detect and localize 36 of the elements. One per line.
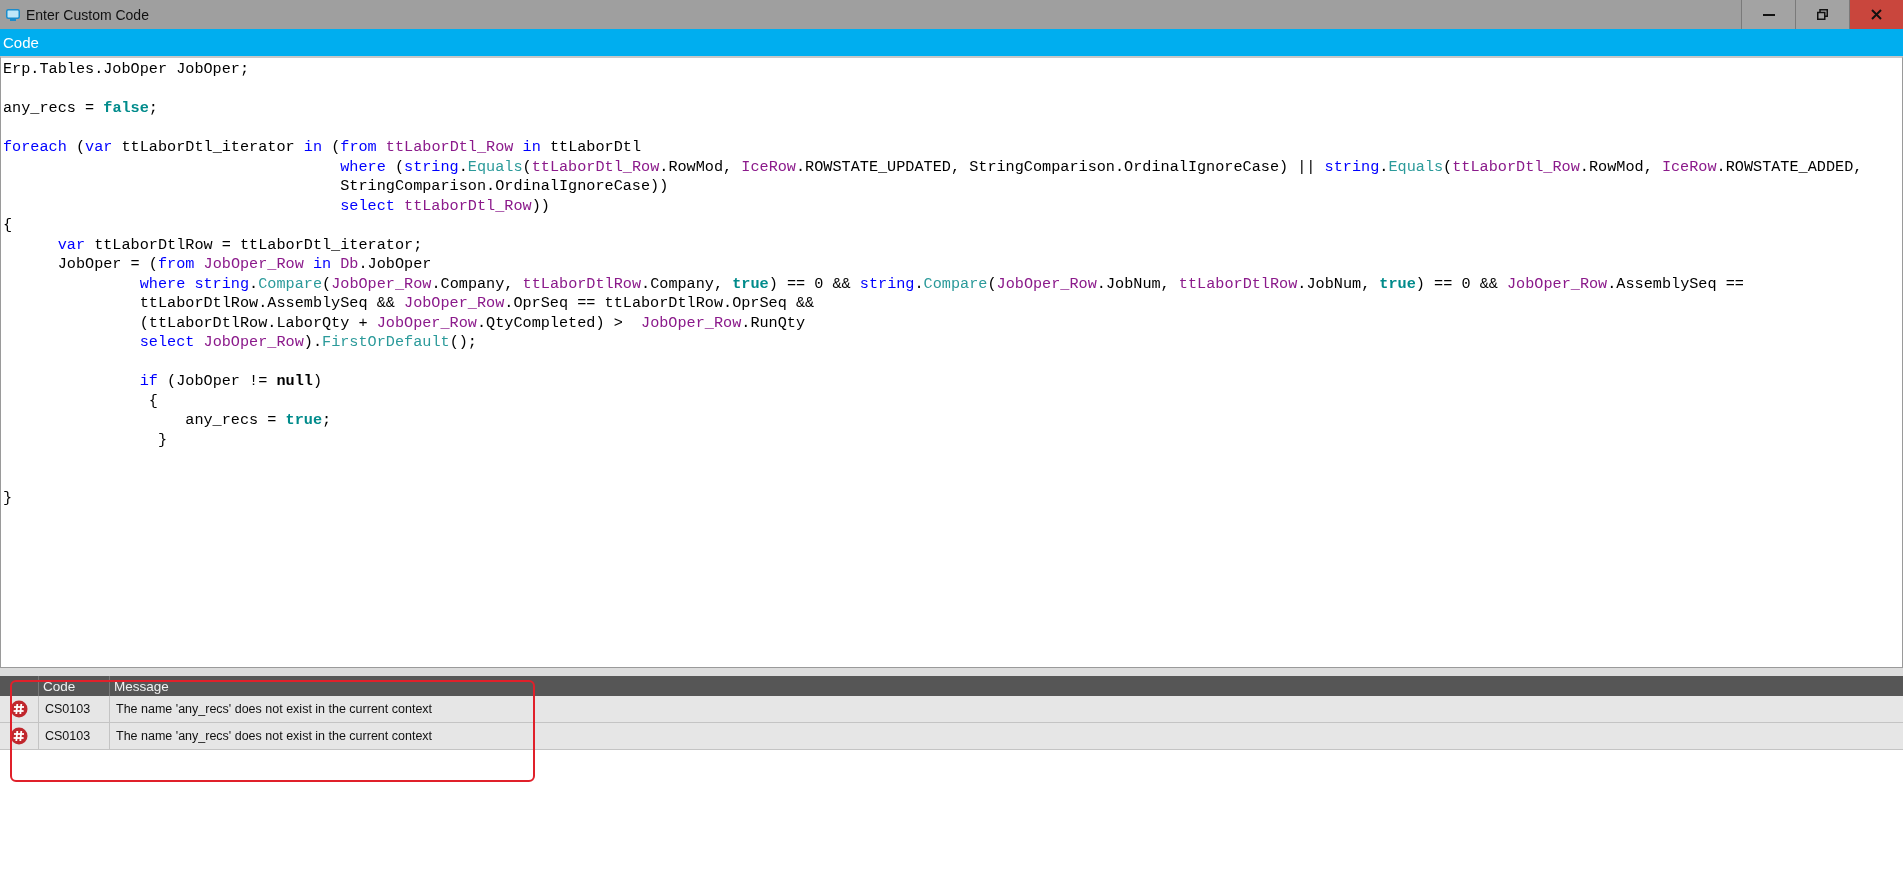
code-line: (ttLaborDtlRow.LaborQty + JobOper_Row.QtyCompleted) > JobOper_Row.RunQty	[138, 313, 806, 333]
code-line: {	[147, 391, 158, 411]
error-message: The name 'any_recs' does not exist in the current context	[116, 729, 433, 743]
code-line: Erp.Tables.JobOper JobOper;	[3, 60, 250, 80]
code-line: var ttLaborDtlRow = ttLaborDtl_iterator;	[56, 235, 423, 255]
minimize-icon	[1762, 13, 1775, 16]
code-line: select ttLaborDtl_Row))	[339, 196, 550, 216]
error-icon	[10, 700, 28, 718]
error-message: The name 'any_recs' does not exist in the current context	[116, 702, 433, 716]
column-header: Code	[38, 676, 109, 696]
code-line: any_recs = true;	[184, 411, 332, 431]
window-icon	[6, 8, 20, 21]
restore-icon	[1817, 9, 1828, 20]
column-header: Message	[109, 676, 1903, 696]
code-editor[interactable]	[0, 56, 1903, 668]
close-button[interactable]	[1849, 0, 1903, 29]
code-line: select JobOper_Row).FirstOrDefault();	[138, 333, 477, 353]
code-line: where (string.Equals(ttLaborDtl_Row.RowMod, IceRow.ROWSTATE_UPDATED, StringComparison.OrdinalIgnoreCase) || string.Equals(ttLaborDtl_Row.RowMod, IceRow.ROWSTATE_ADDED,	[339, 157, 1863, 177]
code-line: {	[3, 216, 13, 236]
code-line: foreach (var ttLaborDtl_iterator in (from ttLaborDtl_Row in ttLaborDtl	[3, 138, 642, 158]
code-line: }	[3, 489, 13, 509]
code-line: ttLaborDtlRow.AssemblySeq && JobOper_Row.OprSeq == ttLaborDtlRow.OprSeq &&	[138, 294, 815, 314]
window-title: Enter Custom Code	[26, 6, 149, 23]
error-icon	[10, 727, 28, 745]
code-line: where string.Compare(JobOper_Row.Company, ttLaborDtlRow.Company, true) == 0 && string.Compare(JobOper_Row.JobNum, ttLaborDtlRow.JobNum, true) == 0 && JobOper_Row.AssemblySeq ==	[138, 274, 1744, 294]
close-icon	[1871, 9, 1882, 20]
code-line: StringComparison.OrdinalIgnoreCase))	[339, 177, 669, 197]
header-cell	[0, 676, 38, 696]
code-line: JobOper = (from JobOper_Row in Db.JobOper	[56, 255, 432, 275]
error-code: CS0103	[45, 702, 91, 716]
code-line: }	[156, 430, 168, 450]
error-code: CS0103	[45, 729, 91, 743]
code-line: any_recs = false;	[3, 99, 158, 119]
panel-title: Code	[3, 34, 39, 51]
restore-button[interactable]	[1795, 0, 1849, 29]
code-line: if (JobOper != null)	[138, 372, 323, 392]
